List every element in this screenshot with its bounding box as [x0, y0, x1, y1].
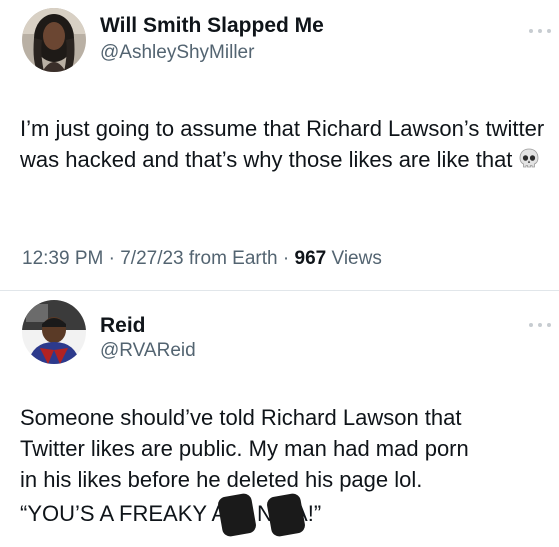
avatar[interactable]: [22, 8, 86, 72]
tweet-source: from Earth: [188, 248, 278, 269]
tweet-text-line: Twitter likes are public. My man had mad…: [20, 436, 469, 461]
tweet-text: I’m just going to assume that Richard La…: [20, 113, 550, 178]
tweet-date[interactable]: 7/27/23: [120, 248, 183, 269]
tweet-meta: 12:39 PM · 7/27/23 from Earth · 967 View…: [22, 248, 382, 270]
tweet-text-line: “YOU’S A FREAKY AS NI A!”: [20, 492, 550, 538]
meta-separator: ·: [282, 248, 290, 269]
user-handle[interactable]: @AshleyShyMiller: [100, 42, 254, 64]
display-name[interactable]: Will Smith Slapped Me: [100, 14, 324, 38]
views-count: 967: [294, 248, 327, 269]
tweet-1[interactable]: Will Smith Slapped Me @AshleyShyMiller I…: [0, 0, 559, 290]
tweet-text-line: in his likes before he deleted his page …: [20, 467, 423, 492]
tweet-time[interactable]: 12:39 PM: [22, 248, 103, 269]
tweet-text: Someone should’ve told Richard Lawson th…: [20, 402, 550, 538]
tweet-text-content: I’m just going to assume that Richard La…: [20, 116, 545, 172]
tweet-2[interactable]: Reid @RVAReid Someone should’ve told Ric…: [0, 292, 559, 547]
tweet-divider: [0, 290, 559, 291]
tweet-text-segment: “YOU’S A FREAKY A: [20, 500, 227, 526]
avatar-image: [22, 8, 86, 72]
avatar[interactable]: [22, 300, 86, 364]
skull-emoji: [518, 147, 540, 178]
censor-mark: [217, 492, 258, 538]
meta-separator: ·: [108, 248, 115, 269]
user-handle[interactable]: @RVAReid: [100, 340, 196, 362]
censor-mark: [265, 492, 307, 538]
tweet-text-line: Someone should’ve told Richard Lawson th…: [20, 405, 462, 430]
more-horizontal-icon[interactable]: [529, 320, 551, 330]
views-label: Views: [331, 248, 382, 269]
more-horizontal-icon[interactable]: [529, 26, 551, 36]
display-name[interactable]: Reid: [100, 314, 146, 338]
avatar-image: [22, 300, 86, 364]
